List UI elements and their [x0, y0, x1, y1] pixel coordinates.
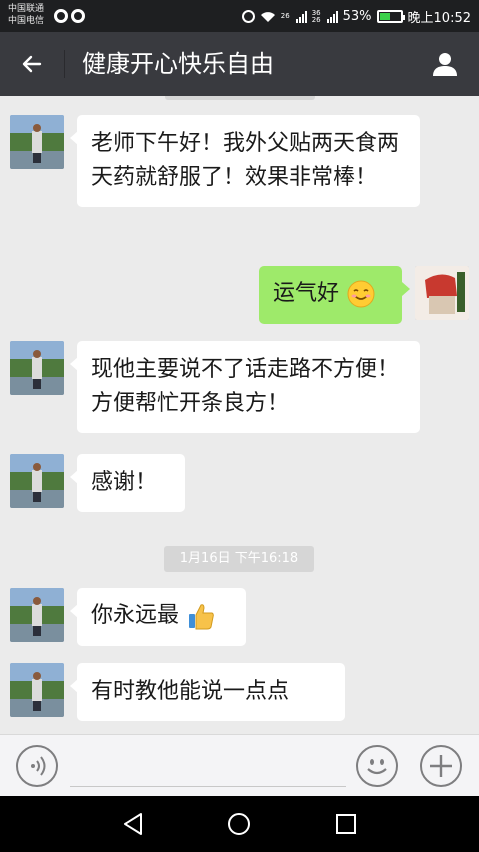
- avatar-image: [10, 663, 64, 717]
- more-button[interactable]: [420, 745, 462, 787]
- system-nav-bar: [0, 796, 479, 852]
- thumbs-up-emoji: [189, 604, 214, 630]
- voice-button[interactable]: [16, 745, 58, 787]
- carrier-1: 中国联通: [8, 4, 45, 14]
- smiling-face-emoji: [347, 280, 375, 308]
- signal-2-icon: [326, 10, 338, 23]
- message-bubble[interactable]: 感谢！: [70, 454, 185, 512]
- square-recents-icon[interactable]: [330, 808, 362, 840]
- chat-title: 健康开心快乐自由: [82, 50, 274, 78]
- avatar-image: [10, 341, 64, 395]
- message-bubble[interactable]: 老师下午好！我外父贴两天食两天药就舒服了！效果非常棒！: [70, 115, 420, 207]
- circle-home-icon[interactable]: [223, 808, 255, 840]
- arrow-left-icon: [22, 55, 42, 73]
- contact-avatar[interactable]: [10, 663, 64, 717]
- person-icon: [433, 53, 457, 76]
- battery-percent: 53%: [342, 9, 372, 24]
- wifi-icon: [260, 11, 275, 22]
- message-bubble-self[interactable]: 运气好: [259, 266, 410, 324]
- status-bar: 中国联通 中国电信 26 36 26 53% 晚上10:52: [0, 0, 479, 32]
- voice-icon: [31, 756, 46, 776]
- contact-avatar[interactable]: [10, 588, 64, 642]
- alarm-icon: [241, 10, 255, 23]
- signal-2-label: 36 26: [311, 8, 321, 24]
- battery-fill: [379, 13, 391, 20]
- message-list[interactable]: 老师下午好！我外父贴两天食两天药就舒服了！效果非常棒！ 运气好 现他主要说不了话…: [0, 96, 479, 734]
- contact-avatar[interactable]: [10, 341, 64, 395]
- message-bubble[interactable]: 有时教他能说一点点: [70, 663, 345, 721]
- self-avatar[interactable]: [415, 266, 469, 320]
- plus-icon: [430, 755, 452, 777]
- chat-info-button[interactable]: [429, 48, 461, 80]
- avatar-image: [415, 266, 469, 320]
- input-bar: [0, 734, 479, 796]
- battery-icon: [376, 10, 405, 23]
- chat-header: 健康开心快乐自由: [0, 32, 479, 96]
- app-notification-icon: [71, 9, 85, 23]
- back-button[interactable]: [14, 48, 50, 80]
- message-text: 运气好: [273, 281, 340, 306]
- timestamp-divider: 1月16日 下午16:18: [164, 546, 314, 572]
- avatar-image: [10, 588, 64, 642]
- emoji-button[interactable]: [356, 745, 398, 787]
- message-input[interactable]: [70, 745, 346, 787]
- triangle-back-icon[interactable]: [117, 808, 149, 840]
- status-indicators: 26 36 26 53% 晚上10:52: [241, 7, 471, 26]
- smiley-icon: [367, 759, 387, 775]
- signal-1-icon: [295, 10, 307, 23]
- signal-1-label: 26: [280, 12, 290, 20]
- header-divider: [64, 50, 65, 78]
- message-bubble[interactable]: 你永远最: [70, 588, 246, 646]
- previous-timestamp-stub: [165, 96, 315, 100]
- app-notification-icon: [54, 9, 68, 23]
- contact-avatar[interactable]: [10, 454, 64, 508]
- clock: 晚上10:52: [407, 11, 471, 26]
- contact-avatar[interactable]: [10, 115, 64, 169]
- carrier-labels: 中国联通 中国电信: [8, 3, 44, 27]
- message-bubble[interactable]: 现他主要说不了话走路不方便！方便帮忙开条良方！: [70, 341, 420, 433]
- avatar-image: [10, 454, 64, 508]
- carrier-2: 中国电信: [8, 16, 45, 26]
- avatar-image: [10, 115, 64, 169]
- message-text: 你永远最: [91, 603, 180, 628]
- notification-icons: [54, 9, 85, 23]
